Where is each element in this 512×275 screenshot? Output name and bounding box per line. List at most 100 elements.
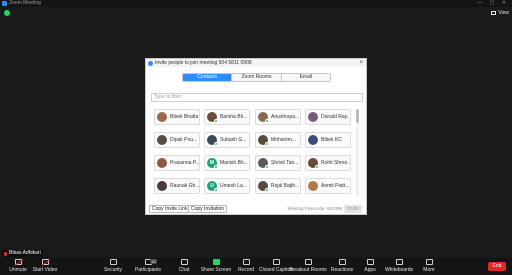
view-button[interactable]: View (491, 10, 509, 16)
avatar: U (207, 181, 218, 192)
toolbar-label: Apps (364, 267, 376, 273)
contact-card[interactable]: Prasanna P... (154, 155, 200, 171)
more-icon (425, 259, 433, 265)
mic-muted-icon (4, 251, 7, 256)
toolbar-chat-button[interactable]: Chat (166, 259, 202, 273)
chat-icon (180, 259, 188, 265)
zoom-window: Zoom Meeting — ▢ ✕ View Invite people to… (0, 0, 512, 275)
contact-card[interactable]: Anmit Piatt... (305, 178, 351, 194)
contact-card[interactable]: Subash G... (204, 132, 250, 148)
contact-name: Dipak Pou... (170, 137, 198, 143)
avatar (157, 181, 167, 191)
cc-icon (272, 259, 280, 265)
window-controls[interactable]: — ▢ ✕ (477, 0, 509, 7)
self-name: Bibas Adhikari (9, 250, 41, 256)
contact-card[interactable]: Donald Ray... (305, 109, 351, 125)
avatar (308, 135, 318, 145)
contact-name: Donald Ray... (321, 114, 350, 120)
invite-button[interactable]: Invite (344, 205, 362, 213)
contact-card[interactable]: Barsha Bh... (204, 109, 250, 125)
toolbar-label: Breakout Rooms (289, 267, 327, 273)
share-screen-icon (212, 259, 220, 265)
online-status-icon (315, 165, 319, 169)
dialog-close-icon[interactable]: × (359, 59, 363, 67)
contact-card[interactable]: Shristi Tan... (255, 155, 301, 171)
contact-card[interactable]: Bibek Bhatta (154, 109, 200, 125)
avatar (157, 135, 167, 145)
online-status-icon (214, 165, 218, 169)
title-bar: Zoom Meeting — ▢ ✕ (0, 0, 512, 7)
mic-off-icon (14, 259, 22, 265)
toolbar-label: Closed Caption (258, 267, 294, 273)
contact-card[interactable]: Anushraya... (255, 109, 301, 125)
toolbar-label: Unmute (9, 267, 27, 273)
invite-tabs: Contacts Zoom Rooms Email (182, 73, 331, 82)
zoom-icon (148, 60, 153, 66)
grid-view-icon (491, 11, 497, 15)
contact-card[interactable]: U Umesh La... (204, 178, 250, 194)
toolbar-start-video-button[interactable]: Start Video (27, 259, 63, 273)
online-status-icon (265, 119, 269, 123)
participant-count-badge: 12 (150, 259, 157, 264)
toolbar-more-button[interactable]: More (411, 259, 447, 273)
avatar (308, 112, 318, 122)
contact-name: Anushraya... (271, 114, 300, 120)
toolbar-label: Share Screen (200, 267, 232, 273)
copy-invitation-button[interactable]: Copy Invitation (188, 205, 228, 213)
contacts-scrollbar[interactable] (356, 109, 359, 197)
tab-email[interactable]: Email (281, 74, 330, 81)
copy-invite-link-button[interactable]: Copy Invite Link (149, 205, 191, 213)
end-meeting-button[interactable]: End (488, 262, 506, 271)
tab-contacts[interactable]: Contacts (183, 74, 233, 81)
contact-name: Manish Bh... (220, 160, 248, 166)
breakout-icon (304, 259, 312, 265)
meeting-passcode: Meeting Passcode: 601398 (287, 206, 342, 211)
contact-card[interactable]: Raunak Gh... (154, 178, 200, 194)
scrollbar-thumb[interactable] (356, 109, 359, 123)
contact-name: Barsha Bh... (220, 114, 248, 120)
contact-card[interactable]: M Manish Bh... (204, 155, 250, 171)
dialog-footer: Copy Invite Link Copy Invitation Meeting… (146, 204, 366, 214)
shield-icon (109, 259, 117, 265)
contact-name: Bibek KC (321, 137, 342, 143)
contact-name: Rojal Bajth... (271, 183, 300, 189)
contact-card[interactable]: Rohit Shres... (305, 155, 351, 171)
filter-input[interactable]: Type to filter (151, 93, 363, 102)
toolbar-label: Participants (134, 267, 162, 273)
window-title: Zoom Meeting (9, 0, 41, 6)
record-icon (242, 259, 250, 265)
encryption-shield-icon[interactable] (4, 10, 10, 16)
contact-name: Shristi Tan... (271, 160, 299, 166)
contact-name: Bibek Bhatta (170, 114, 199, 120)
zoom-app-icon (2, 1, 7, 6)
contact-name: Umesh La... (220, 183, 247, 189)
contact-name: Mohamm... (271, 137, 297, 143)
avatar (258, 158, 269, 169)
toolbar-participants-button[interactable]: 12 Participants (130, 259, 166, 273)
contact-card[interactable]: Bibek KC (305, 132, 351, 148)
contact-card[interactable]: Rojal Bajth... (255, 178, 301, 194)
avatar (157, 158, 167, 168)
view-label: View (498, 10, 509, 16)
toolbar-security-button[interactable]: Security (95, 259, 131, 273)
dialog-title: Invite people to join meeting 504 5811 0… (155, 60, 252, 66)
invite-dialog: Invite people to join meeting 504 5811 0… (145, 58, 367, 215)
online-status-icon (214, 188, 218, 192)
online-status-icon (265, 188, 269, 192)
toolbar-label: Whiteboards (384, 267, 414, 273)
online-status-icon (214, 119, 218, 123)
contact-name: Anmit Piatt... (321, 183, 350, 189)
toolbar-breakout-rooms-button[interactable]: Breakout Rooms (289, 259, 327, 273)
avatar (308, 181, 318, 191)
video-off-icon (41, 259, 49, 265)
online-status-icon (265, 142, 269, 146)
contact-name: Raunak Gh... (170, 183, 199, 189)
contact-card[interactable]: Dipak Pou... (154, 132, 200, 148)
toolbar-label: More (423, 267, 435, 273)
toolbar-label: Record (237, 267, 255, 273)
online-status-icon (265, 165, 269, 169)
tab-zoom-rooms[interactable]: Zoom Rooms (232, 74, 282, 81)
avatar (258, 181, 269, 192)
toolbar-label: Reactions (330, 267, 354, 273)
contact-card[interactable]: Mohamm... (255, 132, 301, 148)
